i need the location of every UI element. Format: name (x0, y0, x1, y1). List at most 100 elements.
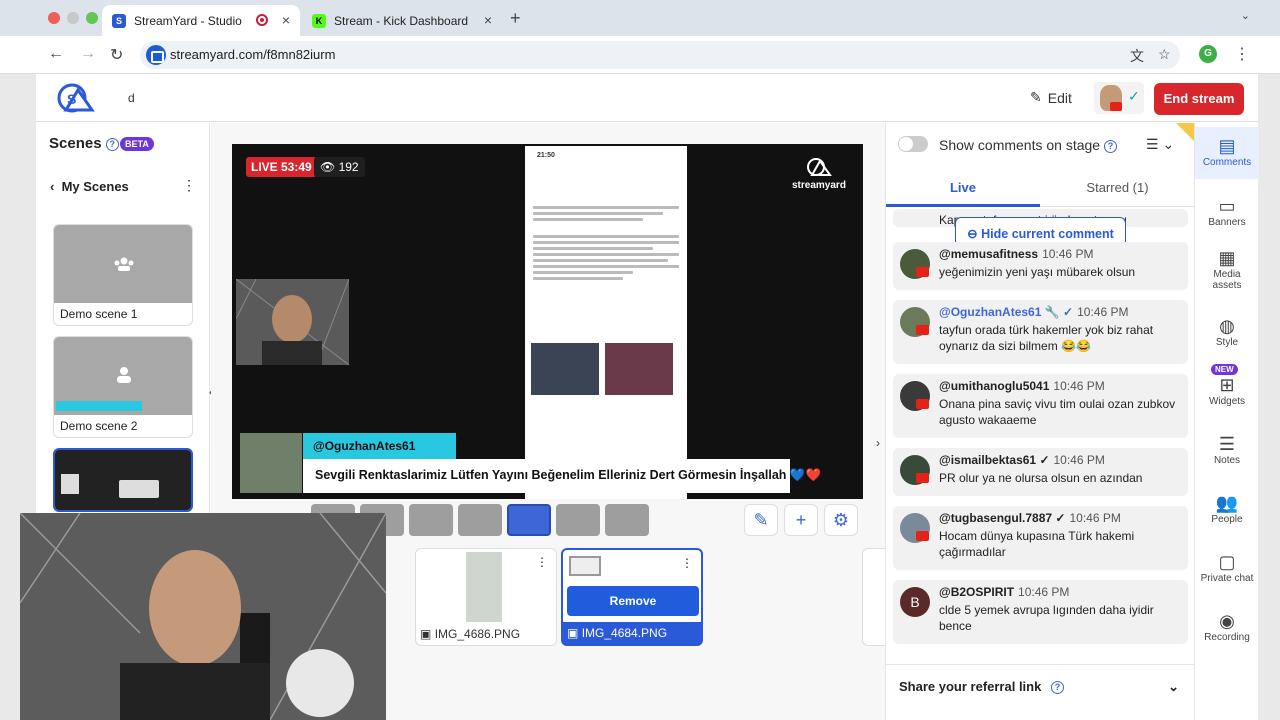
more-options-icon[interactable]: ⋮ (182, 177, 196, 194)
new-tab-icon[interactable]: + (510, 8, 521, 29)
host-avatar[interactable]: ✓ (1094, 82, 1144, 114)
show-comments-toggle[interactable] (898, 136, 928, 152)
comment-item[interactable]: @umithanoglu5041 10:46 PM Onana pina savi… (893, 374, 1188, 438)
youtube-icon (1110, 102, 1122, 111)
tab-streamyard[interactable]: S StreamYard - Studio × (102, 5, 300, 36)
help-icon[interactable]: ? (105, 137, 119, 151)
news-image (531, 343, 599, 395)
author-name: @OguzhanAtes61 (939, 305, 1042, 319)
streamyard-favicon-icon: S (112, 13, 126, 28)
chevron-down-icon[interactable]: ⌄ (1241, 9, 1250, 22)
layout-thumb[interactable] (458, 504, 502, 536)
comment-author: @memusafitness 10:46 PM (939, 247, 1180, 261)
back-icon[interactable]: ← (48, 45, 64, 63)
browser-menu-icon[interactable]: ⋮ (1234, 44, 1250, 64)
collapse-right-icon[interactable]: › (876, 436, 880, 450)
layout-group[interactable] (409, 504, 453, 536)
rail-recording[interactable]: ◉ Recording (1195, 610, 1259, 643)
filter-settings-icon[interactable]: ☰ ⌄ (1146, 136, 1174, 153)
close-tab-icon[interactable]: × (282, 12, 290, 28)
youtube-icon (916, 399, 929, 409)
scene-card-active[interactable] (53, 448, 193, 512)
bookmark-star-icon[interactable]: ☆ (1158, 46, 1171, 63)
more-options-icon[interactable]: ⋮ (536, 555, 548, 569)
tab-starred[interactable]: Starred (1) (1040, 173, 1195, 207)
media-icon: ▦ (1218, 248, 1236, 268)
translate-icon[interactable]: ⽂ (1130, 46, 1144, 66)
streamyard-watermark: streamyard (792, 157, 846, 191)
comment-text: Hocam dünya kupasına Türk hakemi çağırma… (939, 529, 1135, 559)
rail-style[interactable]: ◍ Style (1195, 315, 1259, 348)
comment-author: @OguzhanAtes61 🔧 ✓ 10:46 PM (939, 305, 1180, 319)
show-comments-label: Show comments on stage ? (939, 137, 1117, 153)
media-tile-selected[interactable]: ⋮ Remove ▣ IMG_4684.PNG (561, 548, 703, 646)
edit-layout-button[interactable]: ✎ (744, 504, 778, 536)
comment-item[interactable]: @tugbasengul.7887 ✓ 10:46 PM Hocam dünya … (893, 506, 1188, 570)
more-options-icon[interactable]: ⋮ (681, 556, 693, 570)
reload-icon[interactable]: ↻ (110, 45, 123, 65)
tab-live[interactable]: Live (886, 173, 1040, 207)
rail-comments[interactable]: ▤ Comments (1195, 127, 1259, 179)
image-icon: ▣ (420, 627, 432, 641)
help-icon[interactable]: ? (1050, 681, 1064, 695)
media-label-text: IMG_4686.PNG (434, 627, 521, 641)
remove-button[interactable]: Remove (567, 586, 699, 616)
minimize-window-icon[interactable] (67, 12, 79, 24)
viewer-count: 👁 192 (314, 157, 365, 177)
layout-screen-share[interactable] (507, 504, 551, 536)
rail-media-assets[interactable]: ▦ Media assets (1195, 247, 1259, 291)
forward-icon[interactable]: → (80, 45, 96, 63)
end-stream-button[interactable]: End stream (1154, 83, 1244, 115)
comment-item[interactable]: B @B2OSPIRIT 10:46 PM clde 5 yemek avrupa… (893, 580, 1188, 644)
comment-item[interactable]: @OguzhanAtes61 🔧 ✓ 10:46 PM tayfun orada … (893, 300, 1188, 364)
broadcast-title[interactable]: d (128, 91, 135, 105)
comment-item[interactable]: @memusafitness 10:46 PM yeğenimizin yeni … (893, 242, 1188, 290)
help-icon[interactable]: ? (1103, 139, 1117, 153)
scene-card[interactable]: Demo scene 1 (53, 224, 193, 326)
site-info-icon[interactable] (146, 45, 166, 65)
shared-screenshot: 21:50 (525, 146, 687, 499)
edit-label: Edit (1047, 89, 1072, 106)
rail-people[interactable]: 👥 People (1195, 492, 1259, 525)
my-scenes-back[interactable]: ‹ My Scenes (50, 179, 129, 194)
maximize-window-icon[interactable] (86, 12, 98, 24)
notes-icon: ☰ (1218, 434, 1236, 454)
media-tile[interactable]: ⋮ ▣ IMG_4686.PNG (415, 548, 557, 646)
rail-widgets[interactable]: NEW ⊞ Widgets (1195, 364, 1259, 407)
browser-tab-bar: S StreamYard - Studio × K Stream - Kick … (0, 0, 1280, 36)
rail-label: Widgets (1208, 396, 1246, 407)
chevron-down-icon[interactable]: ⌄ (1168, 679, 1179, 695)
scene-label: Demo scene 2 (60, 419, 138, 433)
avatar (61, 474, 79, 494)
rail-label: Style (1215, 337, 1239, 348)
layout-full[interactable] (605, 504, 649, 536)
studio-header: S d ✎ Edit ✓ End stream (36, 74, 1258, 122)
settings-button[interactable]: ⚙ (824, 504, 858, 536)
close-window-icon[interactable] (48, 12, 60, 24)
author-name: @B2OSPIRIT (939, 585, 1015, 599)
rail-banners[interactable]: ▭ Banners (1195, 195, 1259, 228)
record-icon: ◉ (1219, 611, 1235, 631)
streamyard-logo-icon (806, 158, 832, 176)
comment-text: yeğenimizin yeni yaşı mübarek olsun (939, 265, 1136, 279)
referral-section[interactable]: Share your referral link ? ⌄ (886, 664, 1195, 720)
comment-author: @tugbasengul.7887 ✓ 10:46 PM (939, 511, 1180, 525)
edit-button[interactable]: ✎ Edit (1030, 89, 1072, 106)
person-icon (117, 367, 131, 383)
avatar (900, 249, 930, 279)
rail-notes[interactable]: ☰ Notes (1195, 433, 1259, 466)
url-text: streamyard.com/f8mn82iurm (170, 47, 336, 62)
close-tab-icon[interactable]: × (484, 12, 492, 28)
profile-avatar[interactable]: G (1199, 45, 1217, 63)
youtube-icon (916, 473, 929, 483)
rail-private-chat[interactable]: ▢ Private chat (1195, 551, 1259, 584)
news-image (605, 343, 673, 395)
tab-kick[interactable]: K Stream - Kick Dashboard × (302, 5, 502, 36)
url-field[interactable]: streamyard.com/f8mn82iurm ⽂ ☆ (140, 41, 1180, 69)
comment-author: @B2OSPIRIT 10:46 PM (939, 585, 1180, 599)
scene-card[interactable]: Demo scene 2 (53, 336, 193, 438)
rail-label: Comments (1202, 157, 1252, 168)
comment-item[interactable]: @ismailbektas61 ✓ 10:46 PM PR olur ya ne … (893, 448, 1188, 496)
layout-pip[interactable] (556, 504, 600, 536)
add-button[interactable]: + (784, 504, 818, 536)
